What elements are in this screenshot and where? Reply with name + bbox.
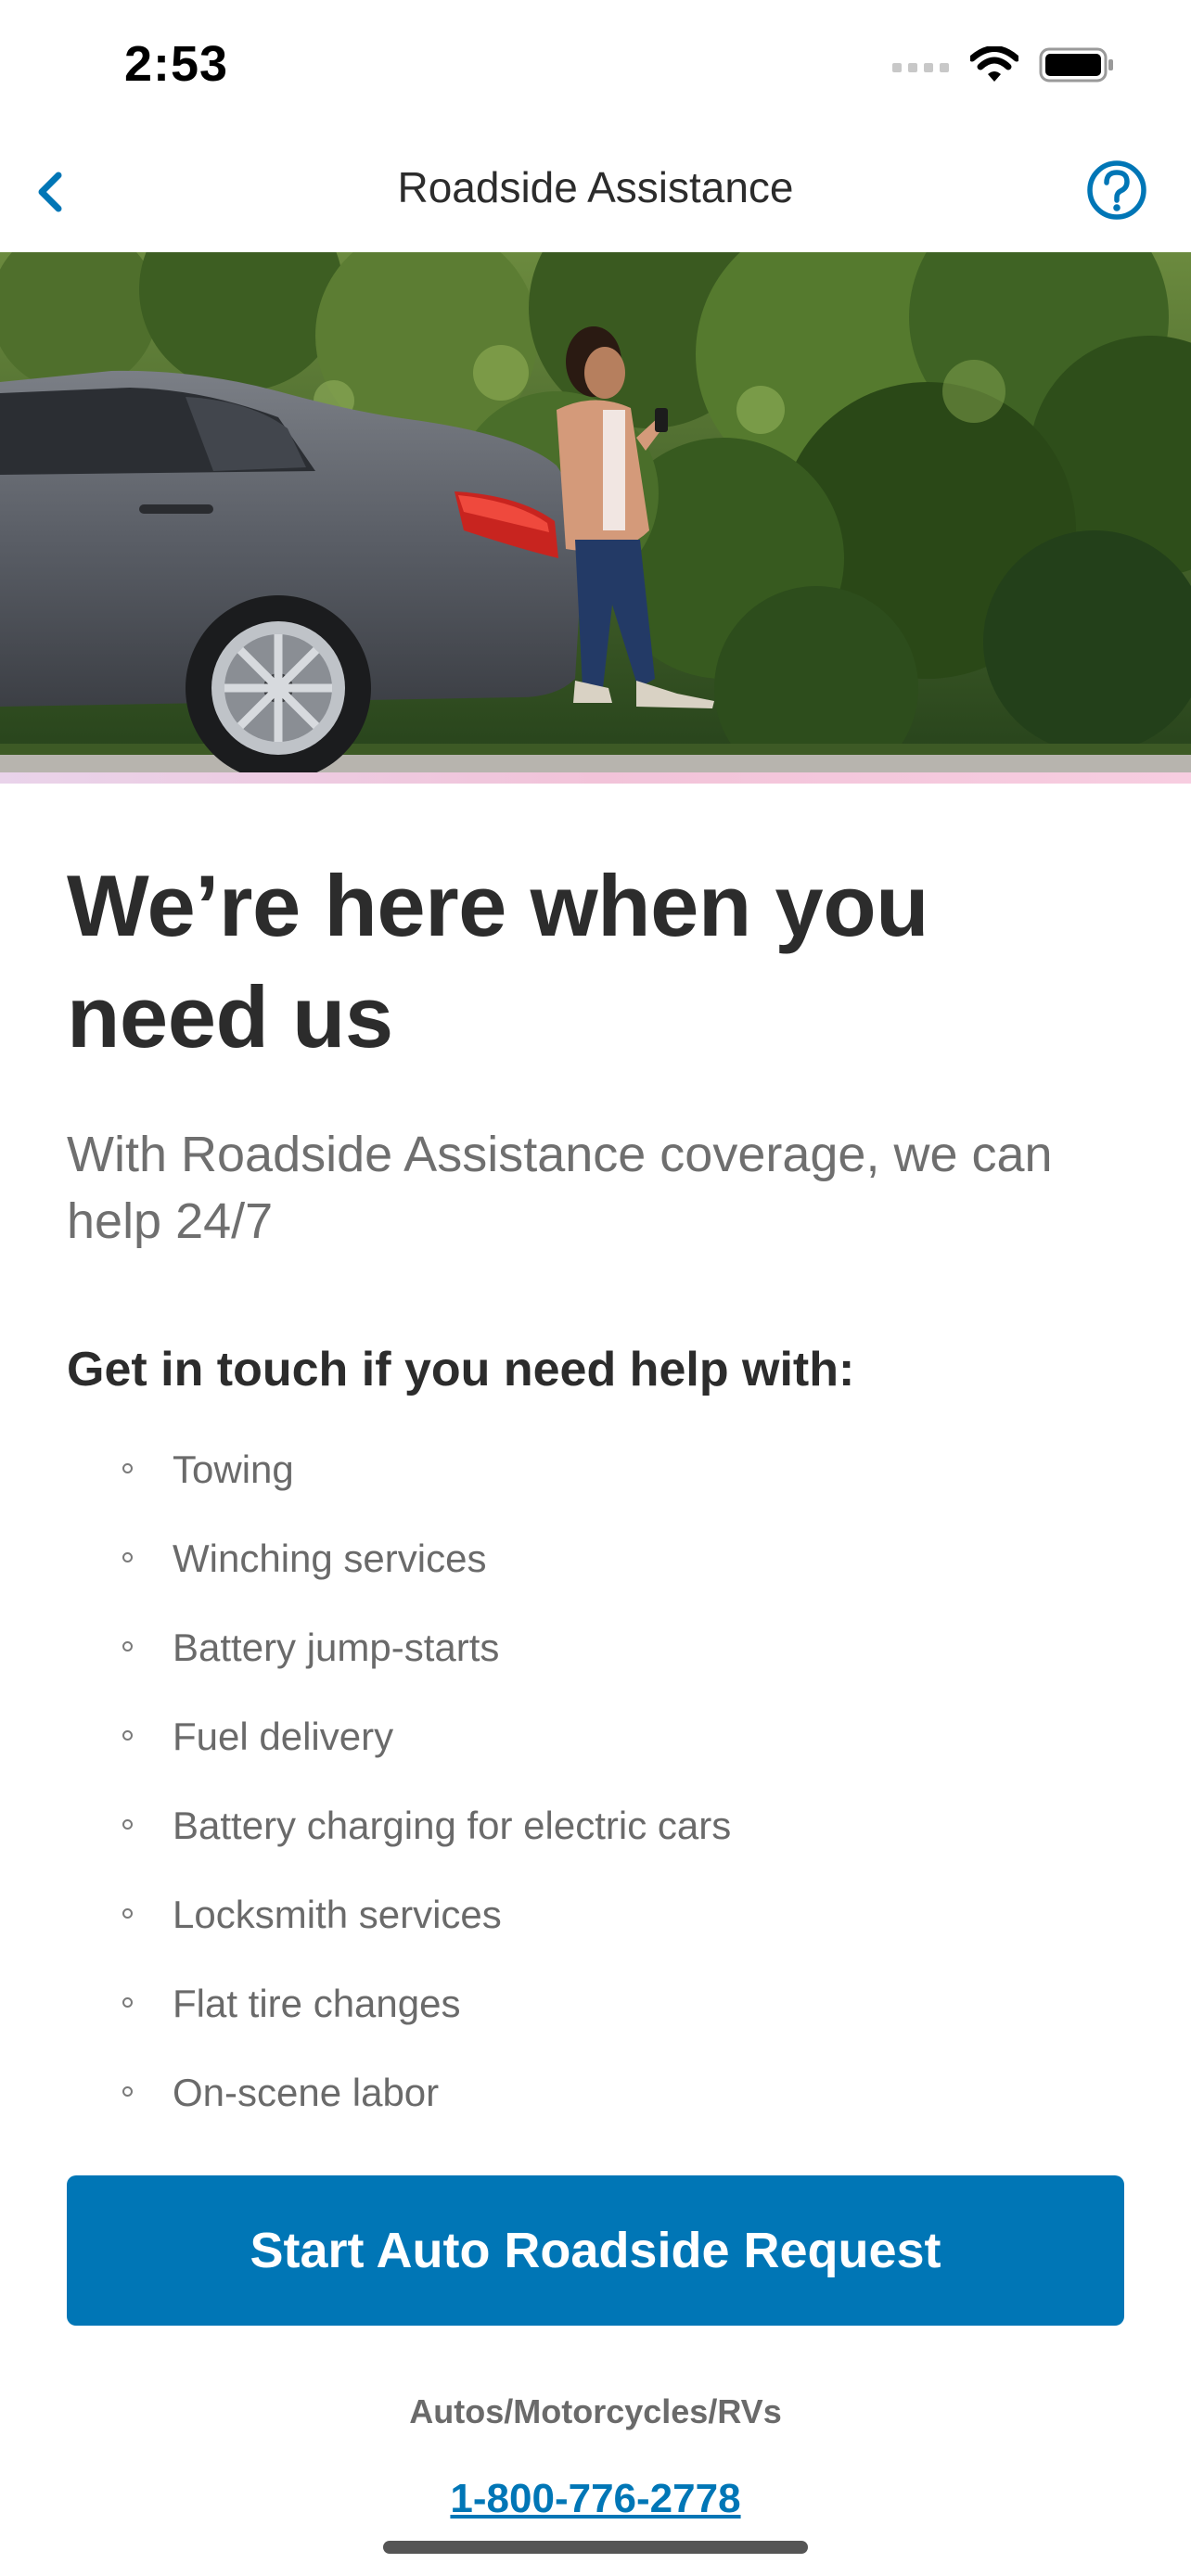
start-roadside-request-button[interactable]: Start Auto Roadside Request: [67, 2175, 1124, 2326]
list-item-label: Winching services: [173, 1537, 487, 1580]
bullet-icon: [122, 1908, 133, 1919]
list-item: On-scene labor: [67, 2048, 1124, 2137]
bullet-icon: [122, 2086, 133, 2097]
phone-category-label: Autos/Motorcycles/RVs: [409, 2392, 782, 2430]
bullet-icon: [122, 1730, 133, 1741]
list-item-label: Fuel delivery: [173, 1715, 394, 1758]
bullet-icon: [122, 1463, 133, 1473]
list-item: Battery charging for electric cars: [67, 1781, 1124, 1870]
hero-image: [0, 252, 1191, 784]
bullet-icon: [122, 1641, 133, 1651]
list-item-label: Flat tire changes: [173, 1982, 461, 2025]
home-indicator[interactable]: [383, 2541, 808, 2554]
headline-line-1: We’re here when you: [67, 857, 929, 954]
list-item-label: Locksmith services: [173, 1893, 502, 1936]
services-list: Towing Winching services Battery jump-st…: [67, 1425, 1124, 2137]
list-item-label: Battery jump-starts: [173, 1626, 500, 1669]
status-time: 2:53: [124, 36, 229, 92]
bullet-icon: [122, 1997, 133, 2008]
main-content: We’re here when you need us With Roadsid…: [67, 784, 1124, 2137]
headline-line-2: need us: [67, 968, 393, 1065]
battery-icon: [1039, 47, 1113, 83]
navigation-bar: Roadside Assistance: [0, 134, 1191, 252]
list-item: Winching services: [67, 1514, 1124, 1603]
headline: We’re here when you need us: [67, 850, 1124, 1073]
status-icons: [892, 46, 1115, 83]
list-item: Fuel delivery: [67, 1692, 1124, 1781]
list-item: Locksmith services: [67, 1870, 1124, 1959]
wifi-icon: [970, 46, 1018, 82]
hero-illustration: [0, 252, 1191, 784]
help-button[interactable]: [1085, 159, 1148, 222]
list-item-label: Towing: [173, 1447, 294, 1491]
phone-number-link[interactable]: 1-800-776-2778: [0, 2476, 1191, 2522]
bullet-icon: [122, 1819, 133, 1830]
cellular-signal-icon: [892, 63, 949, 72]
services-list-title: Get in touch if you need help with:: [67, 1343, 855, 1396]
list-item-label: On-scene labor: [173, 2071, 440, 2114]
bullet-icon: [122, 1552, 133, 1562]
roadside-assistance-screen: 2:53 Roadside Assistance We’re here when…: [0, 0, 1191, 2576]
list-item: Towing: [67, 1425, 1124, 1514]
list-item: Flat tire changes: [67, 1959, 1124, 2048]
page-title: Roadside Assistance: [397, 163, 794, 211]
subheadline-line-1: With Roadside Assistance coverage, we ca…: [67, 1127, 1053, 1182]
status-bar: 2:53: [0, 0, 1191, 134]
hero-accent-stripe: [0, 772, 1191, 784]
subheadline: With Roadside Assistance coverage, we ca…: [67, 1121, 1124, 1255]
list-item-label: Battery charging for electric cars: [173, 1804, 732, 1847]
question-circle-icon: [1087, 160, 1146, 220]
list-item: Battery jump-starts: [67, 1603, 1124, 1692]
subheadline-line-2: help 24/7: [67, 1193, 274, 1249]
